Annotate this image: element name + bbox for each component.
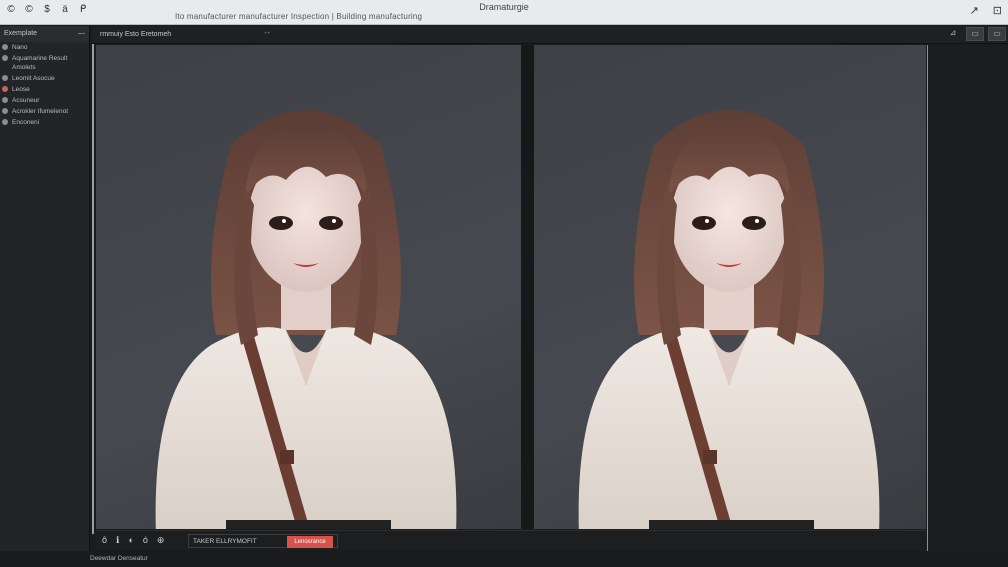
palette-icon[interactable]: ó [143,535,148,546]
portrait-image-right [569,85,889,529]
layer-item[interactable]: Aquamarine Result Amolets [0,53,89,73]
layer-item[interactable]: Nano [0,42,89,53]
layer-item[interactable]: Enconeni [0,117,89,128]
add-icon[interactable]: ⊕ [157,535,165,546]
layer-item[interactable]: Acsuneur [0,95,89,106]
split-divider[interactable] [521,45,534,529]
layer-icon [2,97,8,103]
layer-icon [2,55,8,61]
status-text: Deewdar Denseatur [90,555,148,562]
portrait-image-left [146,85,466,529]
layer-icon [2,108,8,114]
close-icon[interactable]: ᐩᐩ [264,30,270,39]
layer-icon [2,75,8,81]
right-panel [927,45,1008,551]
view-single-button[interactable]: ▭ [966,27,984,41]
canvas-right[interactable] [534,45,926,529]
contrast-icon[interactable]: ◐ [128,535,133,546]
view-triangle-button[interactable]: ⊿ [944,27,962,41]
collapse-icon[interactable]: — [78,30,85,38]
layer-icon [2,86,8,92]
view-buttons: ⊿ ▭ ▭ [944,27,1006,41]
layer-item[interactable]: Leose [0,84,89,95]
brush-icon[interactable]: ô [102,535,107,546]
tab-bar: rmmuiy Esto Eretomeh ᐩᐩ ⊿ ▭ ▭ [92,26,1008,44]
left-panel-header: Exemplate — [0,26,89,42]
layer-icon [2,44,8,50]
window-icon[interactable]: ⊡ [993,4,1002,17]
tab-document[interactable]: rmmuiy Esto Eretomeh [100,31,171,38]
status-bar: Deewdar Denseatur [0,551,1008,567]
view-split-button[interactable]: ▭ [988,27,1006,41]
layer-item[interactable]: Acrokler Ifumelenot [0,106,89,117]
bottom-tool-icons: ô ℹ ◐ ó ⊕ [102,535,164,546]
title-bar-actions: ↗ ⊡ [970,4,1002,17]
render-button[interactable]: Lenosrance [287,536,333,548]
bottom-toolbar: ô ℹ ◐ ó ⊕ TAKER ELLRYMOFIT Lenosrance [96,530,926,550]
panel-separator[interactable] [92,44,94,534]
canvas-left[interactable] [96,45,521,529]
window-subtitle: Ito manufacturer manufacturer Inspection… [175,12,423,21]
left-panel-title: Exemplate [4,30,38,37]
editor-window: © © $ ä ᑭ Dramaturgie Ito manufacturer m… [0,0,1008,567]
share-icon[interactable]: ↗ [970,4,979,17]
window-title: Dramaturgie [479,2,529,12]
layer-icon [2,119,8,125]
left-panel: Exemplate — Nano Aquamarine Result Amole… [0,26,90,551]
info-icon[interactable]: ℹ [116,535,119,546]
title-bar: © © $ ä ᑭ Dramaturgie Ito manufacturer m… [0,0,1008,25]
layer-item[interactable]: Leomit Asocue [0,73,89,84]
